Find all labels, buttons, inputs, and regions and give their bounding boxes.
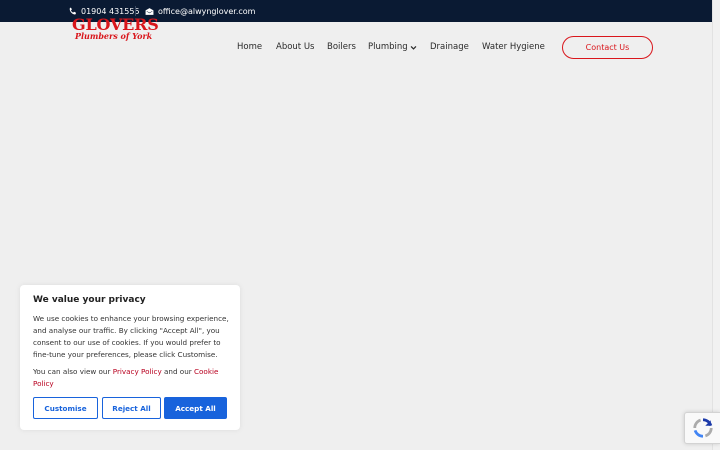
nav-water-hygiene[interactable]: Water Hygiene	[482, 40, 545, 54]
page-scrollbar[interactable]	[712, 0, 720, 450]
email-address: office@alwynglover.com	[158, 6, 256, 16]
reject-all-button[interactable]: Reject All	[102, 397, 161, 419]
nav-drainage[interactable]: Drainage	[430, 40, 469, 54]
site-logo[interactable]: GLOVERS Plumbers of York	[72, 17, 159, 45]
nav-plumbing[interactable]: Plumbing	[368, 40, 417, 54]
accept-all-button[interactable]: Accept All	[164, 397, 227, 419]
logo-tagline: Plumbers of York	[75, 31, 153, 41]
privacy-policy-link[interactable]: Privacy Policy	[113, 367, 162, 376]
nav-home[interactable]: Home	[237, 40, 262, 54]
nav-plumbing-label: Plumbing	[368, 42, 408, 52]
cookie-description: We use cookies to enhance your browsing …	[33, 314, 229, 359]
contact-us-button[interactable]: Contact Us	[562, 36, 653, 59]
recaptcha-badge[interactable]	[684, 412, 720, 444]
nav-about-us[interactable]: About Us	[276, 40, 314, 54]
nav-boilers[interactable]: Boilers	[327, 40, 356, 54]
recaptcha-icon	[692, 418, 713, 438]
cookie-title: We value your privacy	[33, 295, 146, 305]
cookie-and-text: and our	[161, 367, 195, 376]
email-link[interactable]: office@alwynglover.com	[145, 0, 255, 22]
chevron-down-icon	[410, 44, 417, 51]
customise-button[interactable]: Customise	[33, 397, 98, 419]
cookie-also-text: You can also view our	[33, 367, 113, 376]
cookie-consent-banner: We value your privacy We use cookies to …	[20, 285, 240, 430]
cookie-policy-text: You can also view our Privacy Policy and…	[33, 366, 231, 390]
